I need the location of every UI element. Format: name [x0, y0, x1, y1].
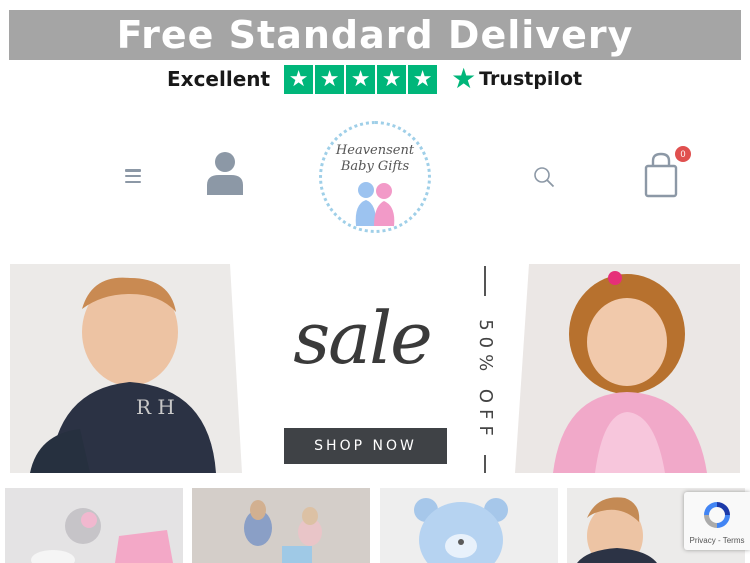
recaptcha-badge[interactable]: Privacy - Terms: [684, 492, 750, 550]
product-thumbnails: [5, 488, 750, 563]
banner-text: Free Standard Delivery: [116, 13, 634, 57]
logo-line-2: Baby Gifts: [340, 159, 410, 174]
trustpilot-brand: Trustpilot: [479, 68, 583, 90]
star-icon: ★: [346, 64, 376, 94]
babies-silhouette: [355, 182, 395, 226]
hero-image-baby-boy: R H: [10, 264, 242, 473]
account-icon[interactable]: [205, 151, 245, 195]
menu-icon[interactable]: [125, 169, 141, 183]
star-icon: ★: [408, 64, 438, 94]
recaptcha-icon: [704, 502, 730, 528]
recaptcha-links[interactable]: Privacy - Terms: [684, 536, 750, 545]
star-icon: ★: [284, 64, 314, 94]
site-logo[interactable]: Heavensent Baby Gifts: [316, 118, 434, 236]
product-thumb-hat[interactable]: [5, 488, 183, 563]
free-delivery-banner: Free Standard Delivery: [9, 10, 741, 60]
discount-label-container: 50% OFF: [470, 300, 500, 460]
trustpilot-stars: ★ ★ ★ ★ ★: [284, 64, 438, 94]
discount-label: 50% OFF: [474, 318, 496, 442]
cart-icon[interactable]: [643, 152, 679, 198]
svg-text:R H: R H: [136, 395, 175, 419]
divider-top: [484, 266, 486, 296]
product-thumb-peter-rabbit[interactable]: [192, 488, 370, 563]
logo-line-1: Heavensent: [335, 143, 415, 158]
star-icon: ★: [377, 64, 407, 94]
trustpilot-star-icon: ★: [451, 63, 477, 94]
trustpilot-rating: Excellent: [167, 67, 271, 91]
shop-now-button[interactable]: SHOP NOW: [284, 428, 447, 464]
hero-image-baby-girl: [515, 264, 740, 473]
search-icon[interactable]: [533, 166, 555, 188]
cart-count-badge: 0: [675, 146, 691, 162]
trustpilot-widget[interactable]: Excellent ★ ★ ★ ★ ★ ★ Trustpilot: [167, 63, 582, 95]
trustpilot-logo: ★ Trustpilot: [451, 65, 582, 93]
star-icon: ★: [315, 64, 345, 94]
sale-heading: sale: [293, 296, 433, 380]
product-thumb-blue-bear[interactable]: [380, 488, 558, 563]
